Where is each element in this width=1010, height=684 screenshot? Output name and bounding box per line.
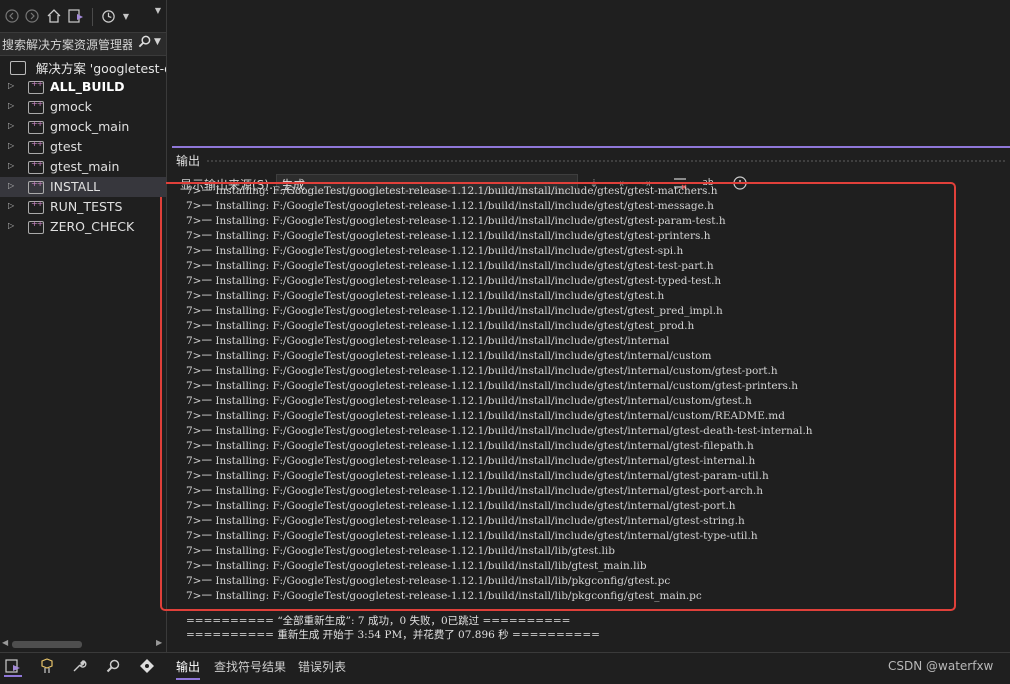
search-options-icon[interactable]: ▼ bbox=[154, 37, 161, 47]
back-icon[interactable] bbox=[4, 8, 20, 24]
project-icon bbox=[28, 79, 44, 94]
tree-item-label: gmock bbox=[50, 99, 92, 114]
build-summary-time: ========== 重新生成 开始于 3:54 PM，并花费了 07.896 … bbox=[186, 629, 600, 641]
editor-area bbox=[167, 0, 1010, 146]
tree-item-label: ALL_BUILD bbox=[50, 79, 125, 94]
output-panel-title: 输出 bbox=[176, 154, 201, 168]
solution-explorer-toolbar: ▼ ▼ bbox=[0, 0, 166, 32]
class-view-icon[interactable] bbox=[38, 657, 56, 675]
expand-arrow-icon[interactable]: ▷ bbox=[8, 201, 14, 210]
tree-item-label: gtest bbox=[50, 139, 82, 154]
tab-output[interactable]: 输出 bbox=[176, 658, 201, 680]
tab-error-list[interactable]: 错误列表 bbox=[298, 658, 346, 678]
project-icon bbox=[28, 179, 44, 194]
highlight-annotation-box bbox=[160, 182, 956, 611]
project-icon bbox=[28, 119, 44, 134]
solution-node[interactable]: 解决方案 'googletest-di bbox=[10, 58, 166, 76]
expand-arrow-icon[interactable]: ▷ bbox=[8, 141, 14, 150]
tab-find-symbol-results[interactable]: 查找符号结果 bbox=[214, 658, 286, 678]
tree-item[interactable]: ▷ INSTALL bbox=[0, 177, 166, 197]
bottom-panel-tabs: 输出 查找符号结果 错误列表 bbox=[166, 652, 1010, 684]
overflow-chevron-icon[interactable]: ▼ bbox=[150, 2, 166, 18]
solution-icon bbox=[10, 60, 26, 75]
project-icon bbox=[28, 219, 44, 234]
search-icon[interactable] bbox=[138, 35, 151, 52]
tree-item-label: INSTALL bbox=[50, 179, 101, 194]
explorer-bottom-tabs bbox=[0, 652, 166, 684]
expand-arrow-icon[interactable]: ▷ bbox=[8, 121, 14, 130]
expand-arrow-icon[interactable]: ▷ bbox=[8, 221, 14, 230]
scroll-right-icon[interactable]: ▶ bbox=[156, 638, 162, 647]
panel-grip[interactable] bbox=[206, 159, 1006, 163]
watermark: CSDN @waterfxw bbox=[888, 659, 994, 673]
solution-explorer-tab-icon[interactable] bbox=[4, 657, 22, 677]
search-tab-icon[interactable] bbox=[104, 657, 122, 675]
switch-view-icon[interactable] bbox=[68, 8, 84, 24]
search-input[interactable]: 搜索解决方案资源管理器 bbox=[2, 36, 132, 53]
home-icon[interactable] bbox=[46, 8, 62, 24]
git-changes-icon[interactable] bbox=[138, 657, 156, 675]
tree-item[interactable]: ▷ RUN_TESTS bbox=[0, 197, 166, 217]
expand-arrow-icon[interactable]: ▷ bbox=[8, 161, 14, 170]
forward-icon[interactable] bbox=[24, 8, 40, 24]
tree-item-label: gmock_main bbox=[50, 119, 130, 134]
solution-label: 解决方案 'googletest-di bbox=[35, 61, 166, 76]
expand-arrow-icon[interactable]: ▷ bbox=[8, 81, 14, 90]
tree-item[interactable]: ▷ gtest bbox=[0, 137, 166, 157]
build-summary-result: ========== “全部重新生成”: 7 成功，0 失败，0已跳过 ====… bbox=[186, 615, 571, 627]
expand-arrow-icon[interactable]: ▷ bbox=[8, 101, 14, 110]
wrench-icon[interactable] bbox=[70, 657, 88, 675]
chevron-down-icon[interactable]: ▼ bbox=[118, 8, 134, 24]
horizontal-scrollbar[interactable]: ◀ ▶ bbox=[0, 638, 166, 652]
solution-explorer-search[interactable]: 搜索解决方案资源管理器 ▼ bbox=[0, 32, 166, 56]
project-icon bbox=[28, 139, 44, 154]
tree-item[interactable]: ▷ gmock_main bbox=[0, 117, 166, 137]
tree-item-label: RUN_TESTS bbox=[50, 199, 123, 214]
history-icon[interactable] bbox=[100, 8, 116, 24]
tree-item-label: ZERO_CHECK bbox=[50, 219, 135, 234]
tree-item[interactable]: ▷ ZERO_CHECK bbox=[0, 217, 166, 237]
scroll-left-icon[interactable]: ◀ bbox=[2, 638, 8, 647]
tree-item[interactable]: ▷ gtest_main bbox=[0, 157, 166, 177]
project-icon bbox=[28, 199, 44, 214]
tree-item-label: gtest_main bbox=[50, 159, 120, 174]
project-icon bbox=[28, 99, 44, 114]
tree-item[interactable]: ▷ ALL_BUILD bbox=[0, 77, 166, 97]
scrollbar-thumb[interactable] bbox=[12, 641, 82, 648]
tree-item[interactable]: ▷ gmock bbox=[0, 97, 166, 117]
project-icon bbox=[28, 159, 44, 174]
expand-arrow-icon[interactable]: ▷ bbox=[8, 181, 14, 190]
